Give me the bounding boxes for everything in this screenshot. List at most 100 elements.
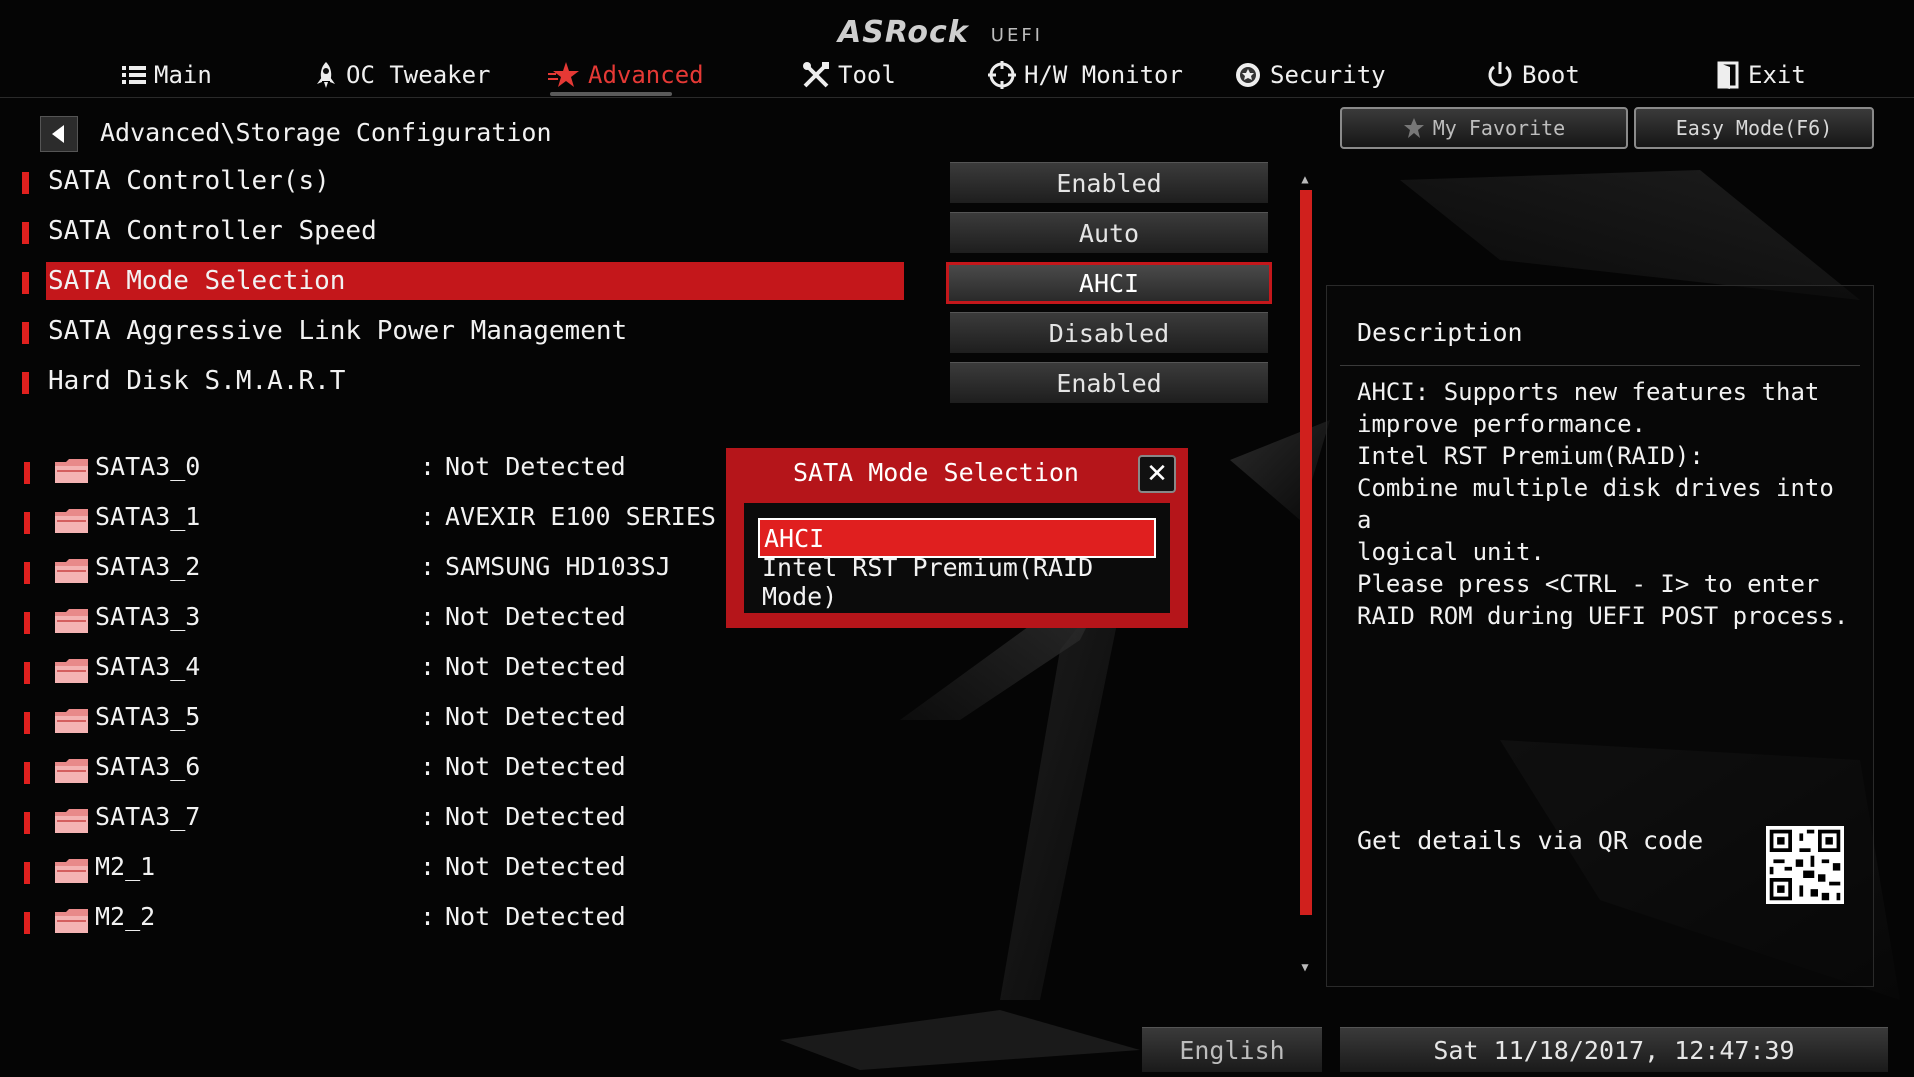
drive-marker — [24, 912, 30, 934]
setting-label-sata-controller-speed[interactable]: SATA Controller Speed — [48, 216, 377, 246]
popup-title: SATA Mode Selection — [793, 458, 1079, 487]
list-icon — [122, 66, 146, 84]
easy-mode-button[interactable]: Easy Mode(F6) — [1634, 107, 1874, 149]
scroll-up-arrow[interactable]: ▲ — [1298, 172, 1312, 186]
folder-icon — [55, 459, 88, 483]
folder-icon — [55, 759, 88, 783]
drive-marker — [24, 712, 30, 734]
tab-advanced[interactable]: Advanced — [548, 56, 704, 94]
setting-marker — [22, 272, 29, 294]
description-title: Description — [1357, 318, 1523, 347]
date-time-display: Sat 11/18/2017, 12:47:39 — [1340, 1027, 1888, 1072]
folder-icon — [55, 709, 88, 733]
folder-icon — [55, 659, 88, 683]
drive-marker — [24, 462, 30, 484]
setting-value-sata-alpm[interactable]: Disabled — [950, 312, 1268, 353]
door-icon — [1717, 61, 1739, 89]
back-arrow-icon — [52, 125, 64, 143]
popup-option-raid[interactable]: Intel RST Premium(RAID Mode) — [758, 553, 1156, 611]
setting-value-smart[interactable]: Enabled — [950, 362, 1268, 403]
drive-name: SATA3_3 — [95, 602, 201, 631]
drive-status: Not Detected — [445, 902, 626, 931]
drive-name: SATA3_0 — [95, 452, 201, 481]
qr-code-image — [1766, 826, 1844, 904]
easy-mode-label: Easy Mode(F6) — [1675, 116, 1833, 140]
tab-exit[interactable]: Exit — [1716, 56, 1806, 94]
folder-icon — [55, 559, 88, 583]
drive-marker — [24, 562, 30, 584]
setting-label-sata-controllers[interactable]: SATA Controller(s) — [48, 166, 330, 196]
power-icon — [1488, 62, 1512, 87]
drive-marker — [24, 612, 30, 634]
drive-name: SATA3_7 — [95, 802, 201, 831]
qr-code-label: Get details via QR code — [1357, 826, 1704, 855]
drive-name: SATA3_4 — [95, 652, 201, 681]
drive-name: M2_2 — [95, 902, 156, 931]
active-tab-indicator — [550, 92, 672, 96]
uefi-label: UEFI — [990, 25, 1043, 46]
drive-marker — [24, 512, 30, 534]
back-button[interactable] — [40, 116, 78, 152]
description-divider — [1340, 365, 1860, 366]
popup-option-ahci[interactable]: AHCI — [758, 518, 1156, 558]
drive-separator: : — [420, 452, 436, 481]
drive-separator: : — [420, 652, 436, 681]
drive-name: SATA3_2 — [95, 552, 201, 581]
tab-oc-tweaker[interactable]: OC Tweaker — [314, 56, 491, 94]
close-icon: ✕ — [1146, 459, 1168, 489]
tab-oc-tweaker-label: OC Tweaker — [346, 61, 491, 89]
drive-separator: : — [420, 552, 436, 581]
tab-security[interactable]: Security — [1234, 56, 1386, 94]
drive-marker — [24, 812, 30, 834]
drive-separator: : — [420, 802, 436, 831]
tab-boot[interactable]: Boot — [1486, 56, 1580, 94]
setting-marker — [22, 372, 29, 394]
drive-name: SATA3_1 — [95, 502, 201, 531]
shield-icon — [1236, 63, 1260, 87]
tab-boot-label: Boot — [1522, 61, 1580, 89]
setting-label-smart[interactable]: Hard Disk S.M.A.R.T — [48, 366, 345, 396]
drive-status: Not Detected — [445, 452, 626, 481]
star-icon — [1403, 118, 1424, 138]
drive-marker — [24, 862, 30, 884]
setting-value-sata-controller-speed[interactable]: Auto — [950, 212, 1268, 253]
tools-icon — [803, 62, 829, 88]
drive-status: Not Detected — [445, 852, 626, 881]
language-button[interactable]: English — [1142, 1027, 1322, 1072]
setting-label-sata-mode-selection[interactable]: SATA Mode Selection — [48, 266, 345, 296]
drive-separator: : — [420, 602, 436, 631]
setting-label-sata-alpm[interactable]: SATA Aggressive Link Power Management — [48, 316, 627, 346]
tab-security-label: Security — [1270, 61, 1386, 89]
scrollbar-thumb[interactable] — [1300, 190, 1312, 915]
drive-status: Not Detected — [445, 602, 626, 631]
my-favorite-button[interactable]: My Favorite — [1340, 107, 1628, 149]
drive-status: Not Detected — [445, 752, 626, 781]
tab-tool[interactable]: Tool — [802, 56, 896, 94]
drive-separator: : — [420, 752, 436, 781]
drive-separator: : — [420, 502, 436, 531]
setting-value-sata-controllers[interactable]: Enabled — [950, 162, 1268, 203]
folder-icon — [55, 859, 88, 883]
brand-name: ASRock — [838, 15, 969, 50]
setting-marker — [22, 172, 29, 194]
drive-status: SAMSUNG HD103SJ — [445, 552, 671, 581]
tab-hw-monitor[interactable]: H/W Monitor — [988, 56, 1183, 94]
asrock-logo: ASRock UEFI — [838, 10, 1043, 50]
close-button[interactable]: ✕ — [1138, 455, 1176, 493]
drive-name: SATA3_6 — [95, 752, 201, 781]
folder-icon — [55, 509, 88, 533]
scroll-down-arrow[interactable]: ▼ — [1298, 960, 1312, 974]
star-icon — [548, 62, 579, 87]
header-divider — [0, 97, 1914, 98]
tab-tool-label: Tool — [838, 61, 896, 89]
setting-value-sata-mode-selection[interactable]: AHCI — [946, 262, 1272, 304]
drive-separator: : — [420, 702, 436, 731]
description-text: AHCI: Supports new features that improve… — [1357, 378, 1849, 630]
tab-main[interactable]: Main — [122, 56, 212, 94]
tab-hw-monitor-label: H/W Monitor — [1024, 61, 1183, 89]
tab-exit-label: Exit — [1748, 61, 1806, 89]
drive-separator: : — [420, 902, 436, 931]
drive-status: Not Detected — [445, 652, 626, 681]
crosshair-icon — [988, 61, 1016, 89]
drive-name: M2_1 — [95, 852, 156, 881]
